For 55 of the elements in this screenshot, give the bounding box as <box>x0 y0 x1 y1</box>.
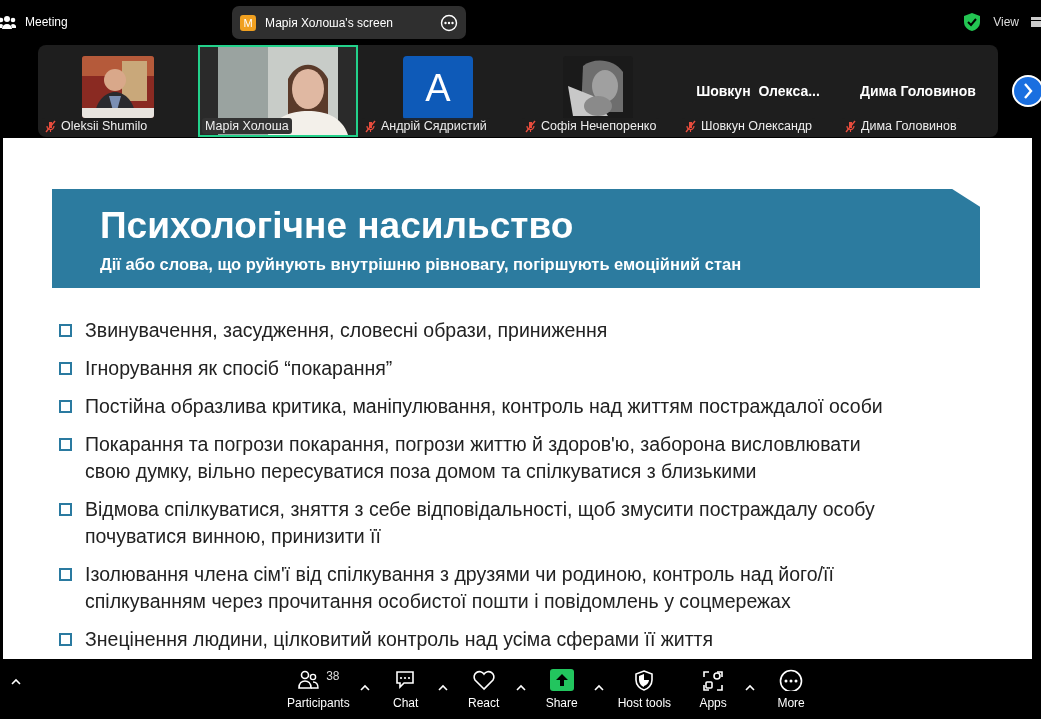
participant-tile[interactable]: Марія Холоша <box>198 45 358 137</box>
bullet-text: Покарання та погрози покарання, погрози життю й здоров'ю, заборона висловлювати свою думку, вільно пересуватися поза домом та спілкуватися з близькими <box>85 432 861 484</box>
bullet-checkbox-icon <box>59 503 72 516</box>
bullet-checkbox-icon <box>59 633 72 646</box>
bullet-checkbox-icon <box>59 362 72 375</box>
share-button[interactable]: Share <box>533 664 590 714</box>
participant-tile[interactable]: Софія Нечепоренко <box>518 45 678 137</box>
bullet-checkbox-icon <box>59 568 72 581</box>
bullet-checkbox-icon <box>59 324 72 337</box>
grid-icon <box>1031 17 1041 27</box>
avatar: A <box>403 56 473 120</box>
chat-button[interactable]: Chat <box>377 664 434 714</box>
people-icon <box>0 15 16 29</box>
bullet-text: Ігнорування як спосіб “покарання” <box>85 356 393 381</box>
bullet-text: Відмова спілкуватися, зняття з себе відповідальності, щоб змусити постраждалу особу почуватися винною, принизити її <box>85 497 875 549</box>
apps-icon <box>701 668 726 691</box>
participant-name-label: Шовкун Олександр <box>701 119 813 133</box>
participant-name: Дима Головинов <box>860 83 976 99</box>
user-initial-badge: M <box>240 14 256 31</box>
participant-name-label: Андрій Сядристий <box>381 119 487 133</box>
participant-tile[interactable]: A Андрій Сядристий <box>358 45 518 137</box>
more-options-icon <box>440 13 458 32</box>
apps-button[interactable]: Apps <box>685 664 742 714</box>
share-banner-text: Марія Холоша's screen <box>265 15 394 30</box>
slide-title: Психологічне насильство <box>100 204 575 248</box>
bullet-text: Знецінення людини, цілковитий контроль над усіма сферами її життя <box>85 627 714 652</box>
participants-icon <box>297 668 322 691</box>
participant-name: Шовкун Олекса... <box>696 83 820 99</box>
slide-subtitle: Дії або слова, що руйнують внутрішню рівновагу, погіршують емоційний стан <box>100 255 743 274</box>
participant-name-label: Oleksii Shumilo <box>61 119 148 133</box>
participant-name-label: Марія Холоша <box>205 119 289 133</box>
share-icon <box>549 668 574 691</box>
participant-name-label: Софія Нечепоренко <box>541 119 657 133</box>
next-page-button[interactable] <box>1012 75 1041 107</box>
participant-count: 38 <box>326 668 340 683</box>
participant-name-label: Дима Головинов <box>861 119 957 133</box>
more-button[interactable]: More <box>763 664 820 714</box>
bullet-checkbox-icon <box>59 438 72 451</box>
bullet-text: Ізолювання члена сім'ї від спілкування з друзями чи родиною, контроль над його/її спілкуванням через прочитання особистої пошти і повідомлень у соцмережах <box>85 562 834 614</box>
more-icon <box>779 668 804 691</box>
bullet-text: Звинувачення, засудження, словесні образи, приниження <box>85 318 608 343</box>
view-button[interactable]: View <box>993 15 1019 29</box>
chevron-right-icon <box>1023 83 1033 99</box>
meeting-title: Meeting <box>25 15 68 29</box>
participant-tile[interactable]: Шовкун Олекса... Шовкун Олександр <box>678 45 838 137</box>
bullet-text: Постійна образлива критика, маніпулювання, контроль над життям постраждалої особи <box>85 394 883 419</box>
bullet-checkbox-icon <box>59 400 72 413</box>
participants-button[interactable]: 38 Participants <box>281 664 356 714</box>
shield-check-icon <box>963 12 982 32</box>
heart-icon <box>471 668 496 691</box>
participant-tile[interactable]: Дима Головинов Дима Головинов <box>838 45 998 137</box>
participant-tile[interactable]: Oleksii Shumilo <box>38 45 198 137</box>
caret-icon <box>11 678 21 686</box>
react-button[interactable]: React <box>455 664 512 714</box>
host-tools-button[interactable]: Host tools <box>611 664 678 714</box>
